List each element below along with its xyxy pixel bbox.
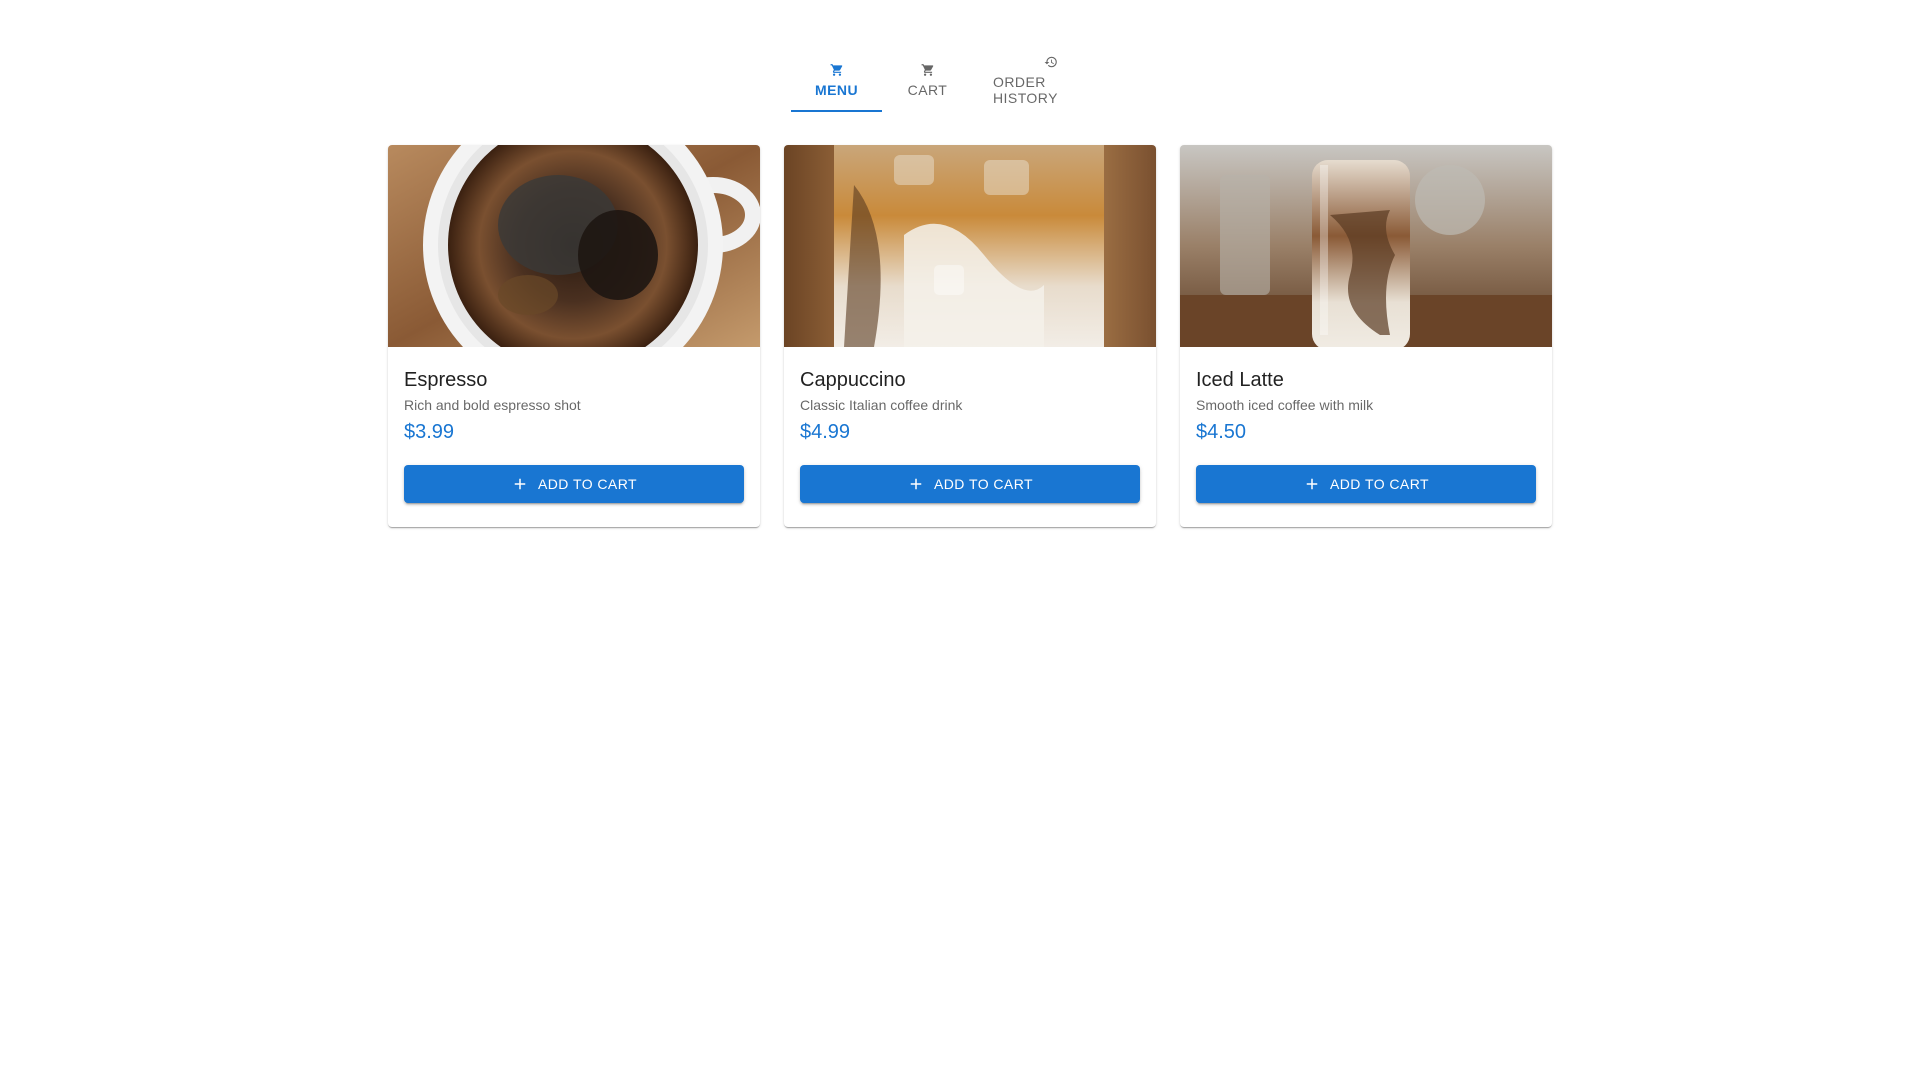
product-description: Classic Italian coffee drink xyxy=(800,397,963,413)
product-price: $4.99 xyxy=(800,421,851,443)
main-tabs: MENU CART ORDER HISTORY xyxy=(0,48,1920,112)
product-price: $3.99 xyxy=(404,421,455,443)
shopping-cart-icon xyxy=(830,63,844,77)
plus-icon xyxy=(1306,478,1318,490)
add-to-cart-button[interactable]: ADD TO CART xyxy=(1196,465,1536,503)
tab-order-history[interactable]: ORDER HISTORY xyxy=(973,48,1129,112)
product-grid: Espresso Rich and bold espresso shot $3.… xyxy=(388,145,1552,527)
add-to-cart-label: ADD TO CART xyxy=(933,476,1034,492)
product-description: Rich and bold espresso shot xyxy=(404,397,581,413)
tab-cart-label: CART xyxy=(907,81,948,98)
product-card-content: Espresso Rich and bold espresso shot $3.… xyxy=(388,347,760,445)
tab-order-history-label: ORDER HISTORY xyxy=(993,73,1058,106)
add-to-cart-label: ADD TO CART xyxy=(537,476,638,492)
product-image-cappuccino xyxy=(784,145,1156,347)
tab-menu[interactable]: MENU xyxy=(791,48,882,112)
plus-icon xyxy=(910,478,922,490)
tab-menu-label: MENU xyxy=(814,81,859,98)
product-name: Iced Latte xyxy=(1196,369,1284,391)
product-image-iced-latte xyxy=(1180,145,1552,347)
product-card-content: Iced Latte Smooth iced coffee with milk … xyxy=(1180,347,1552,445)
product-card: Iced Latte Smooth iced coffee with milk … xyxy=(1180,145,1552,527)
product-card-content: Cappuccino Classic Italian coffee drink … xyxy=(784,347,1156,445)
product-description: Smooth iced coffee with milk xyxy=(1196,397,1374,413)
product-card: Espresso Rich and bold espresso shot $3.… xyxy=(388,145,760,527)
tab-cart[interactable]: CART xyxy=(882,48,973,112)
tab-list: MENU CART ORDER HISTORY xyxy=(791,48,1129,112)
product-name: Cappuccino xyxy=(800,369,906,391)
product-name: Espresso xyxy=(404,369,488,391)
product-price: $4.50 xyxy=(1196,421,1247,443)
product-image-espresso xyxy=(388,145,760,347)
history-icon xyxy=(1044,55,1058,69)
add-to-cart-label: ADD TO CART xyxy=(1329,476,1430,492)
app-page: MENU CART ORDER HISTORY Espresso Rich an… xyxy=(0,0,1920,1080)
shopping-cart-icon xyxy=(921,63,935,77)
add-to-cart-button[interactable]: ADD TO CART xyxy=(800,465,1140,503)
plus-icon xyxy=(514,478,526,490)
add-to-cart-button[interactable]: ADD TO CART xyxy=(404,465,744,503)
product-card: Cappuccino Classic Italian coffee drink … xyxy=(784,145,1156,527)
